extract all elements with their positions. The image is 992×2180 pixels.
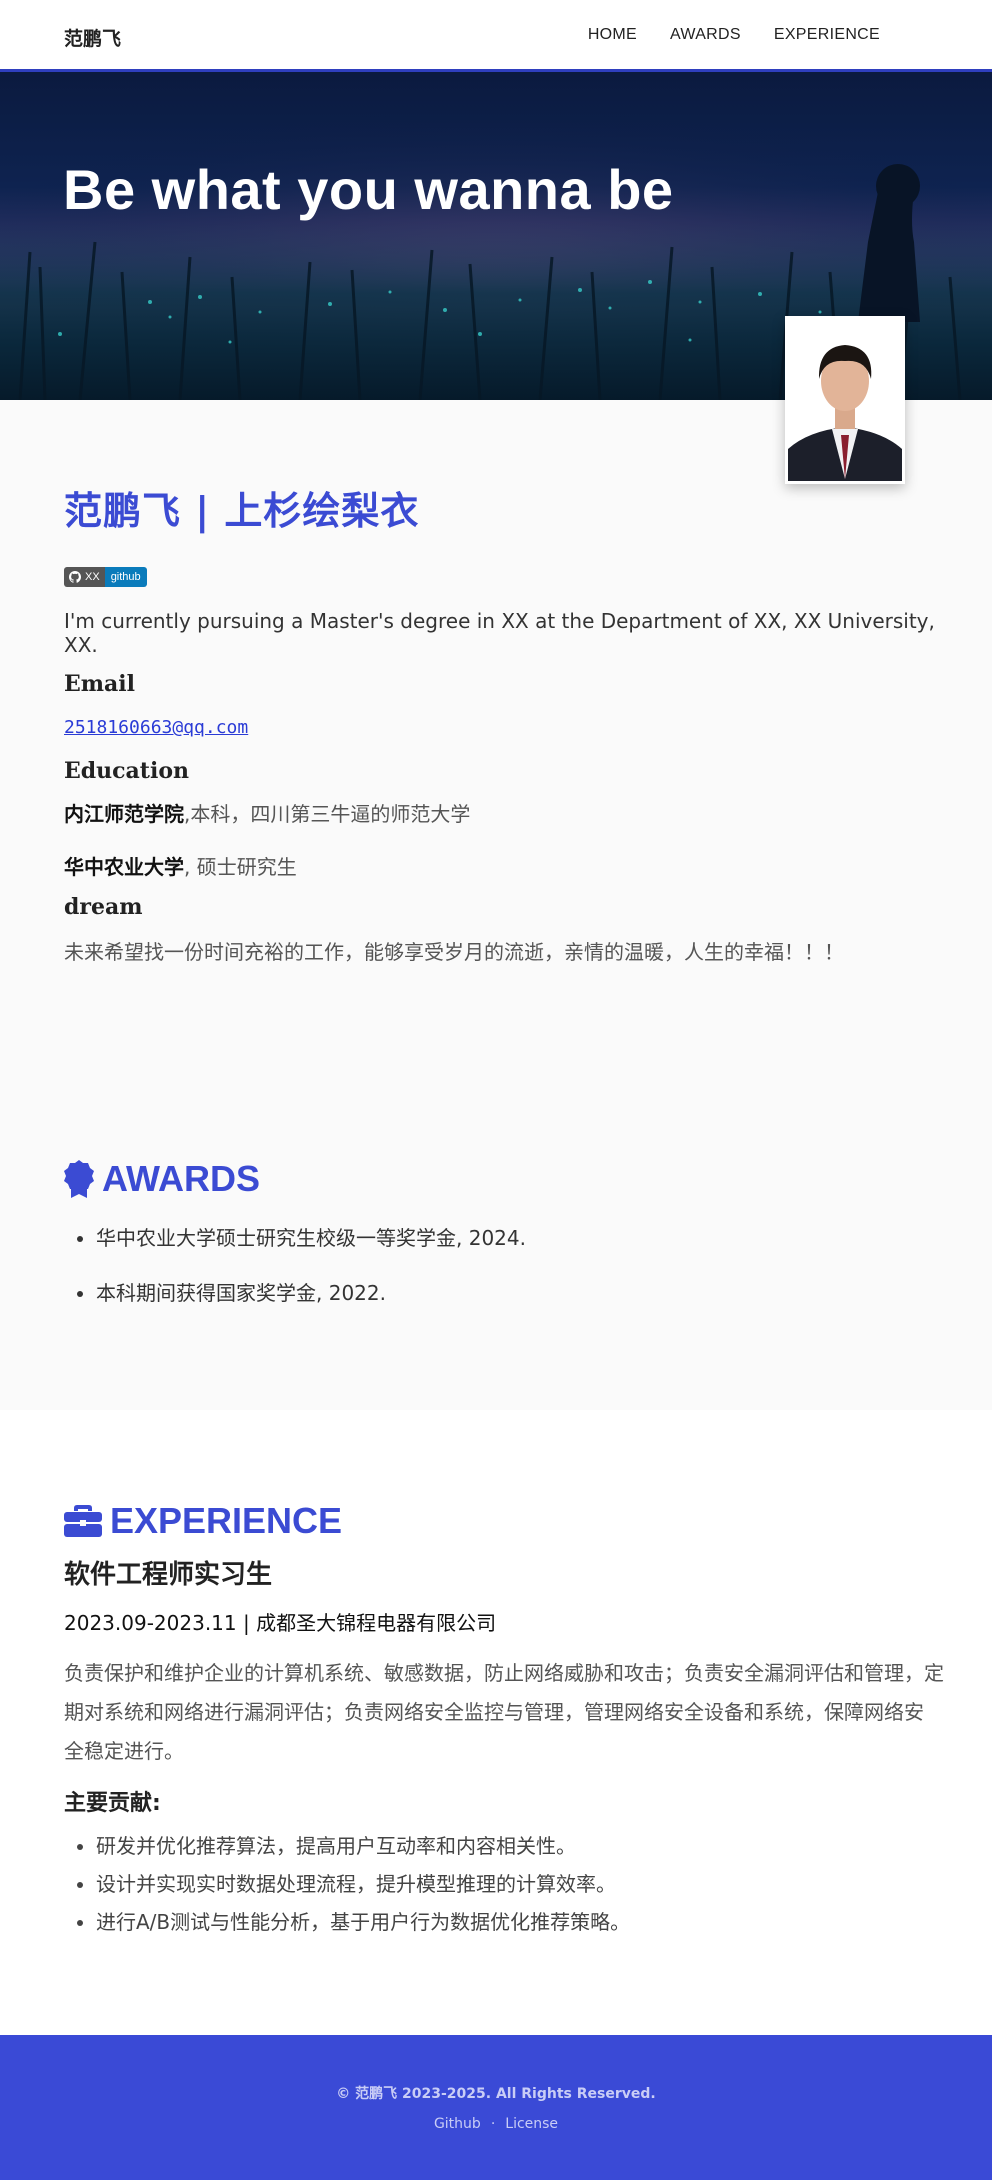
job-meta: 2023.09-2023.11 | 成都圣大锦程电器有限公司 xyxy=(64,1611,497,1635)
profile-section: 范鹏飞 | 上杉绘梨衣 XX github I'm currently purs… xyxy=(64,480,944,965)
profile-photo xyxy=(788,319,902,481)
award-item: 华中农业大学硕士研究生校级一等奖学金, 2024. xyxy=(96,1222,944,1251)
education-item: 华中农业大学, 硕士研究生 xyxy=(64,851,944,880)
contribution-item: 设计并实现实时数据处理流程，提升模型推理的计算效率。 xyxy=(96,1865,944,1903)
education-item: 内江师范学院,本科，四川第三牛逼的师范大学 xyxy=(64,798,944,827)
experience-section: EXPERIENCE 软件工程师实习生 2023.09-2023.11 | 成都… xyxy=(64,1500,944,1941)
education-school: 华中农业大学 xyxy=(64,855,184,879)
education-detail: , 硕士研究生 xyxy=(184,855,297,879)
dream-text: 未来希望找一份时间充裕的工作，能够享受岁月的流逝，亲情的温暖，人生的幸福！！！ xyxy=(64,940,844,964)
email-link[interactable]: 2518160663@qq.com xyxy=(64,717,248,738)
awards-title: AWARDS xyxy=(64,1158,944,1200)
awards-list: 华中农业大学硕士研究生校级一等奖学金, 2024. 本科期间获得国家奖学金, 2… xyxy=(64,1222,944,1306)
award-item: 本科期间获得国家奖学金, 2022. xyxy=(96,1277,944,1306)
education-school: 内江师范学院 xyxy=(64,802,184,826)
education-heading: Education xyxy=(64,758,189,784)
awards-section: AWARDS 华中农业大学硕士研究生校级一等奖学金, 2024. 本科期间获得国… xyxy=(64,1158,944,1332)
nav-links: HOME AWARDS EXPERIENCE xyxy=(588,26,880,44)
hero-title: Be what you wanna be xyxy=(63,158,674,221)
contribution-item: 进行A/B测试与性能分析，基于用户行为数据优化推荐策略。 xyxy=(96,1903,944,1941)
experience-title: EXPERIENCE xyxy=(64,1500,944,1542)
badge-left: XX xyxy=(64,567,105,587)
footer: © 范鹏飞 2023-2025. All Rights Reserved. Gi… xyxy=(0,2035,992,2180)
dream-heading: dream xyxy=(64,894,143,920)
github-badge[interactable]: XX github xyxy=(64,567,147,587)
badge-right-text: github xyxy=(104,567,147,587)
github-icon xyxy=(69,571,81,583)
footer-copyright: © 范鹏飞 2023-2025. All Rights Reserved. xyxy=(336,2086,656,2102)
job-description: 负责保护和维护企业的计算机系统、敏感数据，防止网络威胁和攻击；负责安全漏洞评估和… xyxy=(64,1661,944,1763)
footer-license-link[interactable]: License xyxy=(505,2116,558,2132)
nav-awards-link[interactable]: AWARDS xyxy=(670,26,741,44)
nav-home-link[interactable]: HOME xyxy=(588,26,637,44)
contribution-item: 研发并优化推荐算法，提高用户互动率和内容相关性。 xyxy=(96,1827,944,1865)
briefcase-icon xyxy=(64,1505,102,1537)
profile-name: 范鹏飞 | 上杉绘梨衣 xyxy=(64,489,420,533)
nav-experience-link[interactable]: EXPERIENCE xyxy=(774,26,880,44)
job-title: 软件工程师实习生 xyxy=(64,1560,273,1590)
avatar xyxy=(785,316,905,484)
email-heading: Email xyxy=(64,671,136,697)
navbar: 范鹏飞 HOME AWARDS EXPERIENCE xyxy=(0,0,992,72)
intro-text: I'm currently pursuing a Master's degree… xyxy=(64,609,935,657)
contributions-list: 研发并优化推荐算法，提高用户互动率和内容相关性。 设计并实现实时数据处理流程，提… xyxy=(64,1827,944,1941)
badge-left-text: XX xyxy=(85,571,100,583)
footer-github-link[interactable]: Github xyxy=(434,2116,481,2132)
awards-title-text: AWARDS xyxy=(102,1158,261,1199)
footer-links: Github · License xyxy=(0,2116,992,2132)
footer-separator: · xyxy=(490,2116,496,2132)
contributions-heading: 主要贡献: xyxy=(64,1791,161,1816)
experience-title-text: EXPERIENCE xyxy=(110,1500,343,1541)
award-icon xyxy=(64,1160,94,1198)
education-detail: ,本科，四川第三牛逼的师范大学 xyxy=(184,802,471,826)
brand-link[interactable]: 范鹏飞 xyxy=(64,24,121,51)
